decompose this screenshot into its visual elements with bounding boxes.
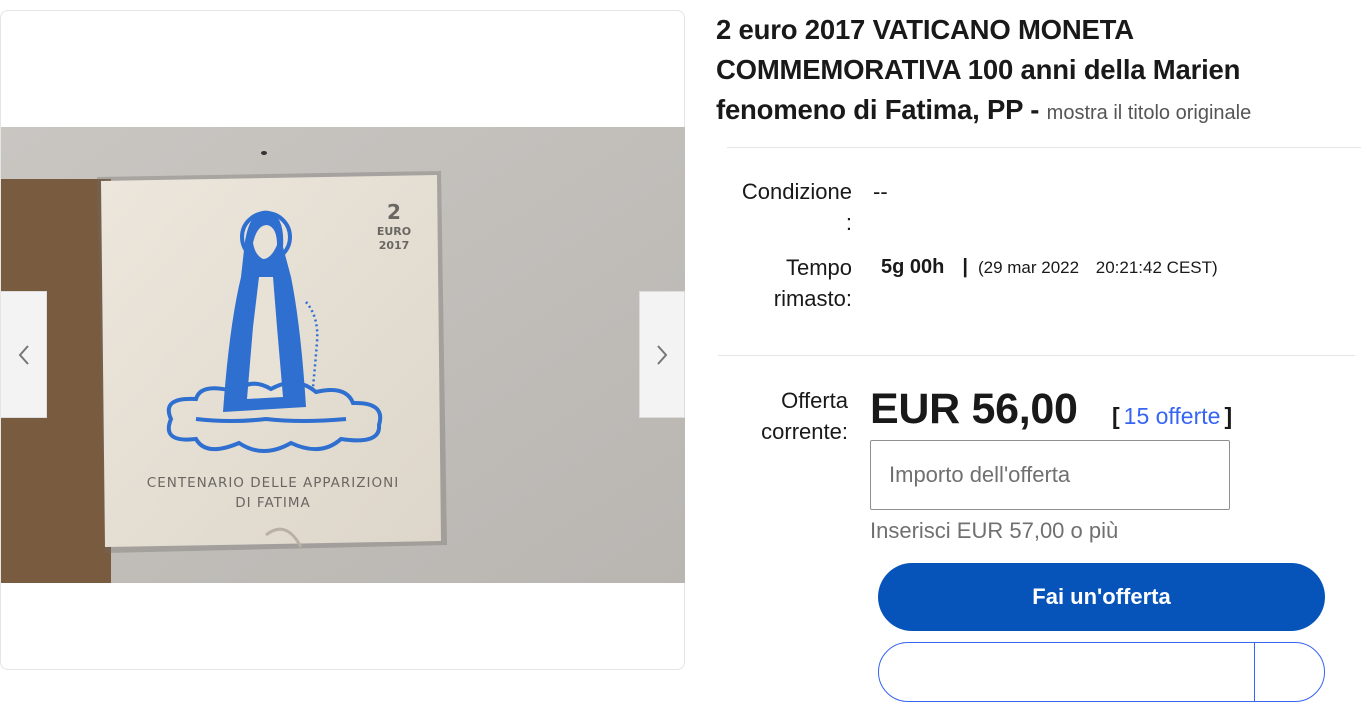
image-gallery: 2 EURO 2017 CENTENARIO DELLE APPARIZIONI…: [0, 10, 685, 670]
time-left-value: 5g 00h: [881, 256, 945, 278]
current-bid-label-line2: corrente:: [761, 419, 848, 444]
time-left-label-line2: rimasto:: [773, 286, 852, 311]
bid-count: [15 offerte]: [1112, 400, 1232, 432]
box-caption-line1: CENTENARIO DELLE APPARIZIONI: [147, 475, 399, 491]
box-caption-line2: DI FATIMA: [235, 495, 311, 511]
coin-year: 2017: [379, 239, 410, 252]
gallery-prev-button[interactable]: [1, 291, 47, 418]
place-bid-button[interactable]: Fai un'offerta: [878, 563, 1325, 631]
bid-bracket-close: ]: [1224, 403, 1233, 429]
coin-denomination: 2: [387, 200, 401, 224]
chevron-right-icon: [657, 344, 668, 365]
coin-currency: EURO: [377, 225, 411, 238]
time-left-label-line1: Tempo: [785, 255, 852, 280]
end-time: 20:21:42 CEST): [1095, 258, 1218, 277]
current-bid-label-line1: Offerta: [781, 388, 848, 413]
title-separator: -: [1022, 94, 1047, 125]
time-left-label: Tempo rimasto:: [700, 252, 852, 314]
bid-bracket-open: [: [1112, 403, 1120, 429]
current-bid-label: Offerta corrente:: [700, 385, 848, 447]
divider: [718, 355, 1355, 356]
current-price: EUR 56,00: [870, 385, 1078, 433]
condition-label-text: Condizione: [741, 179, 852, 204]
bid-hint: Inserisci EUR 57,00 o più: [870, 518, 1119, 543]
divider: [727, 147, 1361, 148]
bid-amount-input[interactable]: [870, 440, 1230, 510]
time-left-row: 5g 00h | (29 mar 2022 20:21:42 CEST): [881, 252, 1218, 283]
condition-label-colon: :: [845, 210, 852, 235]
secondary-action-button[interactable]: [878, 642, 1325, 702]
end-date: (29 mar 2022: [977, 258, 1080, 277]
time-separator: |: [962, 256, 968, 278]
gallery-next-button[interactable]: [639, 291, 685, 418]
bid-count-link[interactable]: 15 offerte: [1124, 403, 1221, 429]
listing-title-block: 2 euro 2017 VATICANO MONETA COMMEMORATIV…: [716, 10, 1361, 133]
item-photo[interactable]: 2 EURO 2017 CENTENARIO DELLE APPARIZIONI…: [1, 127, 685, 583]
condition-label: Condizione:: [700, 176, 852, 238]
condition-value: --: [873, 179, 888, 204]
chevron-left-icon: [18, 344, 29, 365]
show-original-title-link[interactable]: mostra il titolo originale: [1047, 102, 1252, 124]
